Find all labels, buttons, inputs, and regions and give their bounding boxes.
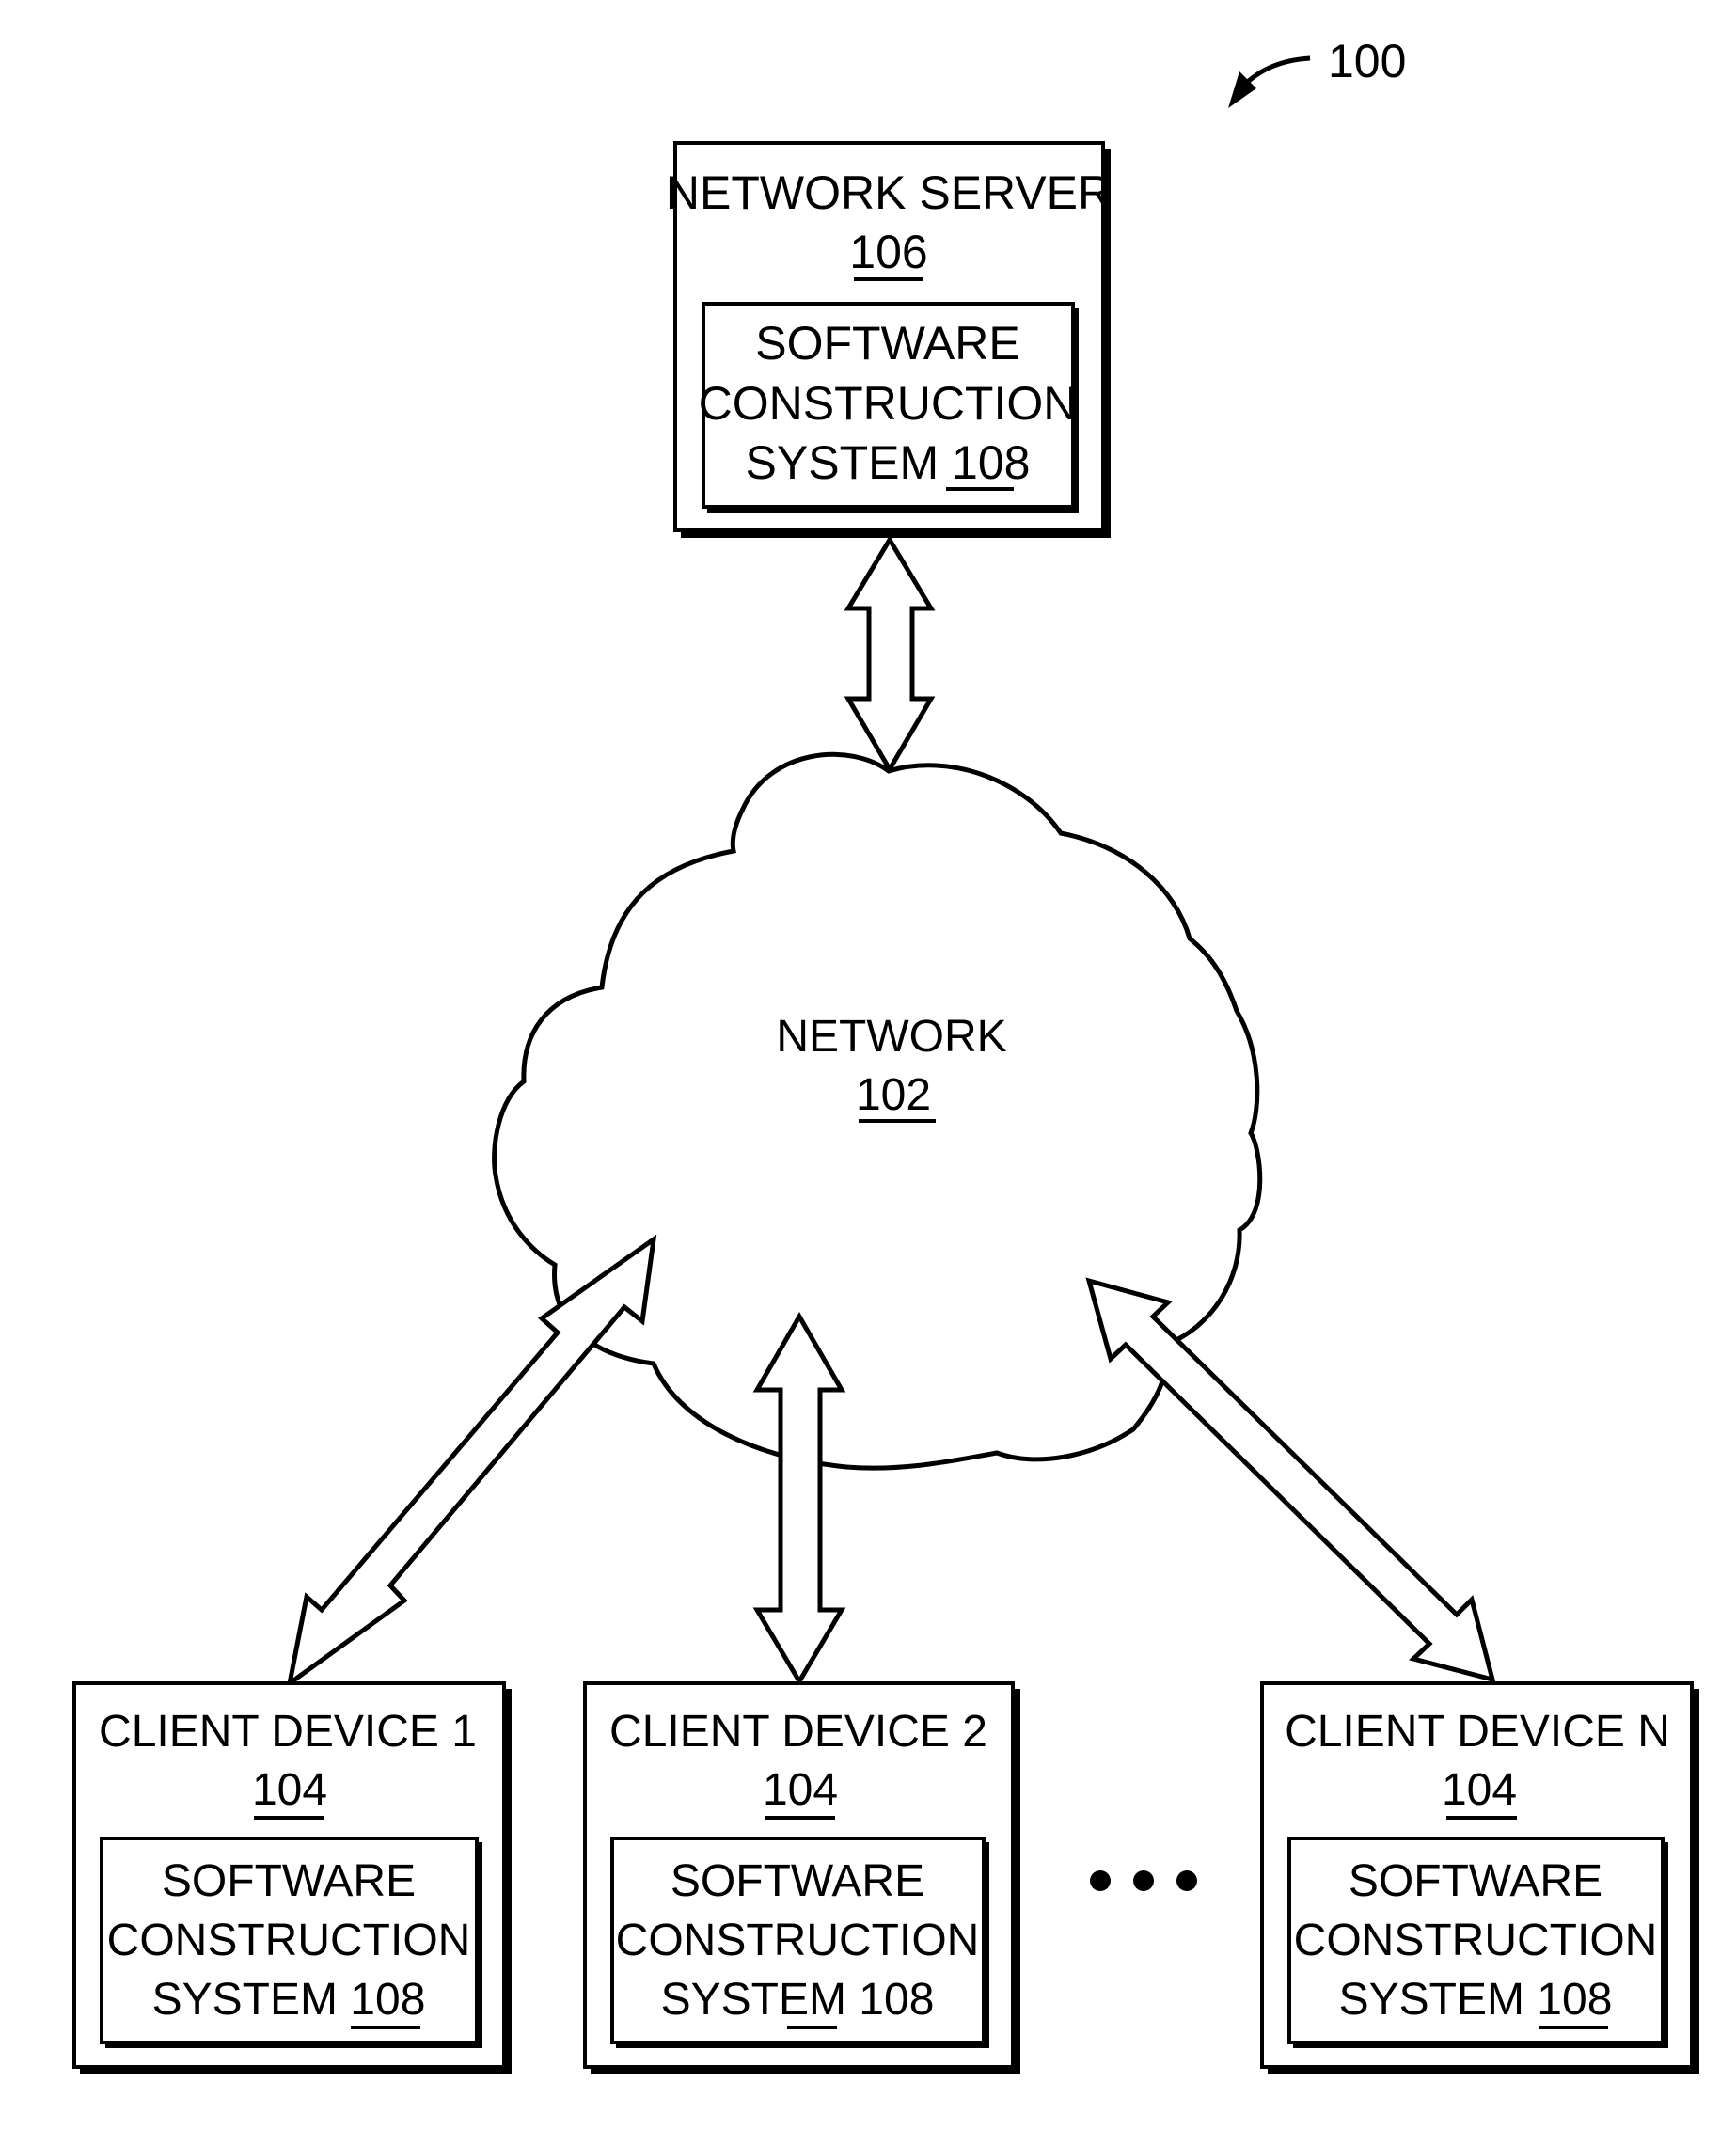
server-scs-line1: SOFTWARE: [755, 317, 1019, 370]
client-device-2-node[interactable]: CLIENT DEVICE 2 104 SOFTWARE CONSTRUCTIO…: [583, 1681, 1020, 2074]
client1-scs-line2: CONSTRUCTION: [107, 1916, 471, 1965]
server-scs-line3: SYSTEM 108: [746, 436, 1031, 489]
client2-scs-line1: SOFTWARE: [671, 1856, 924, 1906]
client1-software-construction-system[interactable]: SOFTWARE CONSTRUCTION SYSTEM 108: [100, 1837, 482, 2048]
system-diagram: 100 NETWORK SERVER 106 SOFTWARE CONSTRUC…: [72, 35, 1699, 2074]
client1-title: CLIENT DEVICE 1: [99, 1707, 477, 1757]
network-ref: 102: [856, 1070, 931, 1120]
client2-scs-ref: 108: [859, 1975, 934, 2025]
clientn-scs-line3: SYSTEM 108: [1339, 1975, 1613, 2025]
clientn-title: CLIENT DEVICE N: [1285, 1707, 1670, 1757]
ellipsis-dots-icon: [1090, 1870, 1197, 1891]
network-server-ref: 106: [849, 226, 927, 278]
network-client1-double-arrow-icon: [286, 1234, 657, 1689]
clientn-scs-ref: 108: [1537, 1975, 1612, 2025]
client2-title: CLIENT DEVICE 2: [609, 1707, 987, 1757]
ellipsis-dot-1: [1090, 1870, 1111, 1891]
client1-scs-line1: SOFTWARE: [162, 1856, 416, 1906]
client1-scs-line3-text: SYSTEM: [152, 1975, 351, 2025]
client1-scs-line3: SYSTEM 108: [152, 1975, 426, 2025]
client-device-n-node[interactable]: CLIENT DEVICE N 104 SOFTWARE CONSTRUCTIO…: [1260, 1681, 1699, 2074]
client1-scs-ref: 108: [350, 1975, 425, 2025]
client2-software-construction-system[interactable]: SOFTWARE CONSTRUCTION SYSTEM 108: [610, 1837, 989, 2048]
client2-scs-line2: CONSTRUCTION: [616, 1916, 980, 1965]
figure-ref-label: 100: [1328, 35, 1406, 87]
figure-reference: 100: [1228, 35, 1406, 108]
network-title: NETWORK: [776, 1012, 1006, 1062]
ellipsis-dot-3: [1176, 1870, 1197, 1891]
clientn-scs-line3-text: SYSTEM: [1339, 1975, 1538, 2025]
network-clientn-double-arrow-icon: [1085, 1277, 1496, 1683]
clientn-ref: 104: [1442, 1765, 1517, 1815]
client2-ref: 104: [763, 1765, 838, 1815]
server-scs-line3-text: SYSTEM: [746, 436, 952, 489]
server-network-double-arrow-icon: [844, 535, 936, 774]
network-server-title: NETWORK SERVER: [666, 166, 1112, 219]
client-device-1-node[interactable]: CLIENT DEVICE 1 104 SOFTWARE CONSTRUCTIO…: [72, 1681, 512, 2074]
client1-ref: 104: [252, 1765, 327, 1815]
ellipsis-dot-2: [1133, 1870, 1154, 1891]
clientn-scs-line1: SOFTWARE: [1349, 1856, 1602, 1906]
clientn-software-construction-system[interactable]: SOFTWARE CONSTRUCTION SYSTEM 108: [1287, 1837, 1668, 2048]
client2-scs-line3: SYSTEM 108: [661, 1975, 935, 2025]
server-scs-ref: 108: [952, 436, 1030, 489]
network-server-node[interactable]: NETWORK SERVER 106 SOFTWARE CONSTRUCTION…: [666, 141, 1112, 538]
server-scs-line2: CONSTRUCTION: [699, 377, 1078, 430]
clientn-scs-line2: CONSTRUCTION: [1294, 1916, 1658, 1965]
client2-scs-line3-text: SYSTEM: [661, 1975, 860, 2025]
network-client2-double-arrow-icon: [752, 1311, 846, 1686]
server-software-construction-system[interactable]: SOFTWARE CONSTRUCTION SYSTEM 108: [699, 302, 1079, 513]
